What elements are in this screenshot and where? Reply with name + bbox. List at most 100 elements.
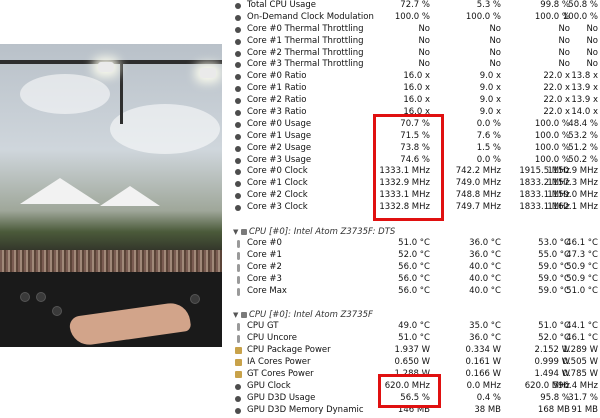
sensor-row[interactable]: Core #1 Ratio 16.0 x 9.0 x 22.0 x 13.9 x [231, 83, 600, 95]
sensor-label: CPU Package Power [247, 345, 331, 356]
avg-value: 100.0 % [562, 11, 598, 22]
sensor-label: Core #1 Thermal Throttling [247, 35, 364, 46]
sensor-dot-icon [235, 74, 241, 81]
sensor-row[interactable]: Core #1 Thermal Throttling No No No No [231, 36, 600, 48]
thermometer-icon [237, 275, 240, 284]
avg-value: 50.9 °C [566, 273, 598, 284]
avg-value: 1157.3 MHz [547, 178, 598, 189]
min-value: 35.0 °C [469, 321, 501, 332]
sensor-dot-icon [235, 110, 241, 117]
mixer-knob [36, 292, 46, 302]
min-value: 0.161 W [465, 357, 501, 368]
sensor-row[interactable]: CPU Package Power 1.937 W 0.334 W 2.152 W 1.… [231, 345, 600, 357]
sensor-dot-icon [235, 3, 241, 9]
current-value: No [418, 35, 430, 46]
current-value: 1.937 W [394, 345, 430, 356]
min-value: 40.0 °C [469, 261, 501, 272]
tent [20, 178, 100, 204]
min-value: 748.8 MHz [455, 190, 501, 201]
sensor-label: Core #2 [247, 261, 282, 272]
current-value: 72.7 % [400, 0, 430, 10]
current-value: 52.0 °C [398, 249, 430, 260]
avg-value: 13.9 x [571, 83, 598, 94]
sensor-dot-icon [235, 395, 241, 402]
min-value: 38 MB [474, 404, 501, 415]
min-value: 40.0 °C [469, 285, 501, 296]
sensor-label: Core #3 Clock [247, 202, 308, 213]
section-header-dts[interactable]: ▼ CPU [#0]: Intel Atom Z3735F: DTS [231, 226, 600, 238]
avg-value: No [586, 23, 598, 34]
sensor-label: Core #2 Ratio [247, 95, 307, 106]
video-frame[interactable]: ▭ ⚙HD ▭ ▬ ⛶ [0, 44, 222, 347]
highlight-box-gpu [378, 374, 441, 408]
tent [100, 186, 160, 206]
mixer-knob [190, 294, 200, 304]
min-value: 5.3 % [476, 0, 501, 10]
min-value: No [489, 35, 501, 46]
thermometer-icon [237, 240, 240, 249]
power-icon [235, 347, 242, 355]
sensor-row[interactable]: Core #0 Ratio 16.0 x 9.0 x 22.0 x 13.8 x [231, 71, 600, 83]
min-value: No [489, 59, 501, 70]
min-value: 1.5 % [476, 142, 501, 153]
stage-light [98, 62, 114, 72]
thermometer-icon [237, 251, 240, 260]
current-value: 51.0 °C [398, 333, 430, 344]
sensor-label: GT Cores Power [247, 369, 314, 380]
current-value: 49.0 °C [398, 321, 430, 332]
stage-truss [120, 64, 123, 124]
min-value: 0.166 W [465, 369, 501, 380]
sensor-dot-icon [235, 133, 241, 140]
sensor-row[interactable]: Core #0 Thermal Throttling No No No No [231, 24, 600, 36]
sensor-dot-icon [235, 38, 241, 45]
sensor-row[interactable]: Core #3 Thermal Throttling No No No No [231, 59, 600, 71]
thermometer-icon [237, 263, 240, 272]
min-value: 749.7 MHz [455, 202, 501, 213]
current-value: 56.0 °C [398, 273, 430, 284]
min-value: 7.6 % [476, 130, 501, 141]
sensor-label: GPU Clock [247, 380, 291, 391]
current-value: No [418, 59, 430, 70]
sensor-row[interactable]: CPU Uncore 51.0 °C 36.0 °C 52.0 °C 46.1 °C [231, 333, 600, 345]
avg-value: 48.4 % [568, 118, 598, 129]
min-value: 40.0 °C [469, 273, 501, 284]
sensor-dot-icon [235, 205, 241, 212]
avg-value: 50.8 % [568, 0, 598, 10]
sensor-label: Core #1 [247, 249, 282, 260]
collapse-arrow-icon[interactable]: ▼ [233, 309, 238, 321]
current-value: 51.0 °C [398, 238, 430, 249]
sensor-row[interactable]: IA Cores Power 0.650 W 0.161 W 0.999 W 0.505… [231, 357, 600, 369]
current-value: 16.0 x [403, 71, 430, 82]
sensor-row[interactable]: Core #3 56.0 °C 40.0 °C 59.0 °C 50.9 °C [231, 274, 600, 286]
sensor-row[interactable]: Core #2 56.0 °C 40.0 °C 59.0 °C 50.9 °C [231, 262, 600, 274]
thermometer-icon [237, 335, 240, 344]
avg-value: 596.4 MHz [552, 380, 598, 391]
sensor-row[interactable]: Core Max 56.0 °C 40.0 °C 59.0 °C 51.0 °C [231, 286, 600, 298]
avg-value: No [586, 47, 598, 58]
dts-group: Core #0 51.0 °C 36.0 °C 53.0 °C 46.1 °C Core … [231, 238, 600, 297]
sensor-row[interactable]: Total CPU Usage 72.7 % 5.3 % 99.8 % 50.8 % [231, 0, 600, 12]
crowd [0, 250, 222, 272]
sensor-row[interactable]: Core #0 51.0 °C 36.0 °C 53.0 °C 46.1 °C [231, 238, 600, 250]
sensor-label: Core #0 Thermal Throttling [247, 23, 364, 34]
sensor-row[interactable]: Core #1 52.0 °C 36.0 °C 55.0 °C 47.3 °C [231, 250, 600, 262]
avg-value: 1159.0 MHz [547, 190, 598, 201]
sensor-label: Core #1 Ratio [247, 83, 307, 94]
avg-value: 13.9 x [571, 95, 598, 106]
sensor-row[interactable]: CPU GT 49.0 °C 35.0 °C 51.0 °C 44.1 °C [231, 321, 600, 333]
avg-value: 1.289 W [562, 345, 598, 356]
current-value: No [418, 47, 430, 58]
sensor-dot-icon [235, 145, 241, 152]
thermometer-icon [237, 323, 240, 332]
sensor-row[interactable]: Core #2 Ratio 16.0 x 9.0 x 22.0 x 13.9 x [231, 95, 600, 107]
sensor-row[interactable]: On-Demand Clock Modulation 100.0 % 100.0 %… [231, 12, 600, 24]
sensor-label: Core #1 Usage [247, 130, 312, 141]
current-value: No [418, 23, 430, 34]
sensor-label: GPU D3D Usage [247, 392, 316, 403]
power-icon [235, 371, 242, 379]
avg-value: 46.1 °C [566, 333, 598, 344]
sensor-row[interactable]: Core #2 Thermal Throttling No No No No [231, 48, 600, 60]
section-header-cpu[interactable]: ▼ CPU [#0]: Intel Atom Z3735F [231, 309, 600, 321]
min-value: No [489, 23, 501, 34]
collapse-arrow-icon[interactable]: ▼ [233, 226, 238, 238]
